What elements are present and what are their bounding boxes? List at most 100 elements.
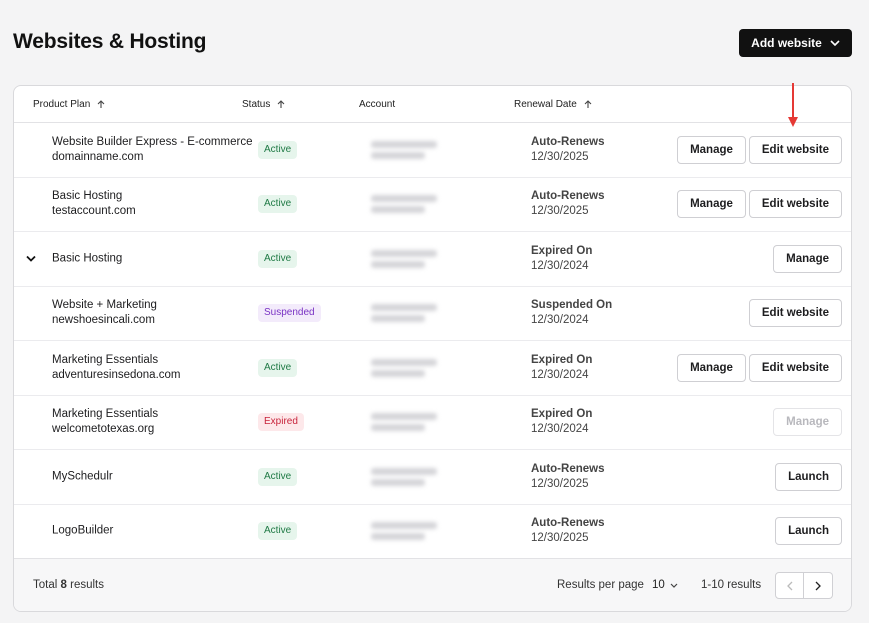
results-per-page-select[interactable]: 10 [652,579,678,591]
row-actions: Edit website [748,299,842,328]
renewal-label: Auto-Renews [531,135,605,148]
row-actions: Manage [773,408,842,437]
renewal-label: Expired On [531,353,593,366]
renewal-label: Expired On [531,408,593,421]
status-badge: Active [258,249,298,268]
renewal-date: 12/30/2024 [531,259,589,272]
manage-button[interactable]: Manage [677,190,746,219]
plan-domain: welcometotexas.org [52,423,155,436]
edit-website-button[interactable]: Edit website [748,353,842,382]
manage-button[interactable]: Manage [677,353,746,382]
renewal-info: Expired On 12/30/2024 [531,407,592,437]
renewal-info: Auto-Renews 12/30/2025 [531,462,604,492]
sort-arrow-up-icon [584,100,592,108]
pagination [775,572,833,599]
product-plan: Website Builder Express - E-commerce dom… [52,135,252,165]
account-redacted [371,191,439,217]
renewal-info: Expired On 12/30/2024 [531,244,592,274]
account-redacted [371,137,439,163]
table-row: Marketing Essentials welcometotexas.org … [14,396,851,450]
manage-button[interactable]: Manage [773,244,842,273]
plan-name: Website Builder Express - E-commerce [52,135,253,148]
status-badge: Active [258,358,298,377]
status-badge: Active [258,467,298,486]
edit-website-button[interactable]: Edit website [748,190,842,219]
table-row: Basic Hosting Active Expired On 12/30/20… [14,232,851,287]
plan-name: Marketing Essentials [52,353,159,366]
chevron-down-icon[interactable] [26,255,36,262]
status-badge: Active [258,140,298,159]
launch-button[interactable]: Launch [775,462,842,491]
plan-name: Basic Hosting [52,252,123,265]
chevron-left-icon [786,581,792,590]
header-status[interactable]: Status [242,99,285,110]
row-actions: Manage Edit website [677,190,842,219]
renewal-date: 12/30/2024 [531,368,589,381]
plan-name: Marketing Essentials [52,408,159,421]
renewal-info: Suspended On 12/30/2024 [531,298,612,328]
chevron-down-icon [670,583,678,588]
table-header: Product Plan Status Account Renewal Date [14,86,851,123]
edit-website-button[interactable]: Edit website [748,299,842,328]
product-plan: MySchedulr [52,469,113,484]
renewal-label: Suspended On [531,299,613,312]
results-per-page: Results per page 10 [557,579,678,591]
row-actions: Launch [775,462,842,491]
product-plan: Basic Hosting testaccount.com [52,189,136,219]
renewal-info: Auto-Renews 12/30/2025 [531,516,604,546]
row-actions: Manage [773,244,842,273]
table-row: Basic Hosting testaccount.com Active Aut… [14,178,851,232]
account-redacted [371,355,439,381]
plan-name: Basic Hosting [52,190,123,203]
previous-page-button[interactable] [775,572,804,599]
chevron-down-icon [830,40,840,46]
table-row: Website Builder Express - E-commerce dom… [14,123,851,178]
account-redacted [371,246,439,272]
product-plan: Marketing Essentials welcometotexas.org [52,407,158,437]
renewal-date: 12/30/2024 [531,314,589,327]
results-range: 1-10 results [701,579,762,591]
renewal-date: 12/30/2025 [531,150,589,163]
account-redacted [371,409,439,435]
total-results: Total 8 results [33,579,104,591]
websites-table: Product Plan Status Account Renewal Date… [13,85,852,612]
renewal-info: Auto-Renews 12/30/2025 [531,189,604,219]
plan-name: LogoBuilder [52,524,114,537]
sort-arrow-up-icon [97,100,105,108]
next-page-button[interactable] [804,572,833,599]
launch-button[interactable]: Launch [775,517,842,546]
plan-name: Website + Marketing [52,299,157,312]
product-plan: Website + Marketing newshoesincali.com [52,298,157,328]
product-plan: LogoBuilder [52,524,113,539]
table-row: MySchedulr Active Auto-Renews 12/30/2025… [14,450,851,505]
renewal-date: 12/30/2025 [531,477,589,490]
add-website-button[interactable]: Add website [739,29,852,57]
plan-domain: domainname.com [52,150,144,163]
header-account: Account [359,99,396,110]
product-plan: Marketing Essentials adventuresinsedona.… [52,353,181,383]
status-badge: Suspended [258,304,321,323]
renewal-info: Expired On 12/30/2024 [531,353,592,383]
table-row: Marketing Essentials adventuresinsedona.… [14,341,851,396]
table-row: LogoBuilder Active Auto-Renews 12/30/202… [14,505,851,559]
renewal-label: Auto-Renews [531,190,605,203]
account-redacted [371,464,439,490]
renewal-date: 12/30/2024 [531,423,589,436]
status-badge: Expired [258,413,304,432]
plan-domain: adventuresinsedona.com [52,368,181,381]
manage-button[interactable]: Manage [677,135,746,164]
header-renewal-date[interactable]: Renewal Date [514,99,592,110]
status-badge: Active [258,522,298,541]
manage-button[interactable]: Manage [773,408,842,437]
plan-name: MySchedulr [52,470,113,483]
header-product-plan[interactable]: Product Plan [33,99,105,110]
chevron-right-icon [815,581,821,590]
edit-website-button[interactable]: Edit website [748,135,842,164]
plan-domain: testaccount.com [52,205,136,218]
row-actions: Manage Edit website [677,353,842,382]
table-footer: Total 8 results Results per page 10 1-10… [14,559,851,611]
row-actions: Launch [775,517,842,546]
annotation-arrow-icon [788,83,798,127]
plan-domain: newshoesincali.com [52,314,155,327]
renewal-date: 12/30/2025 [531,532,589,545]
